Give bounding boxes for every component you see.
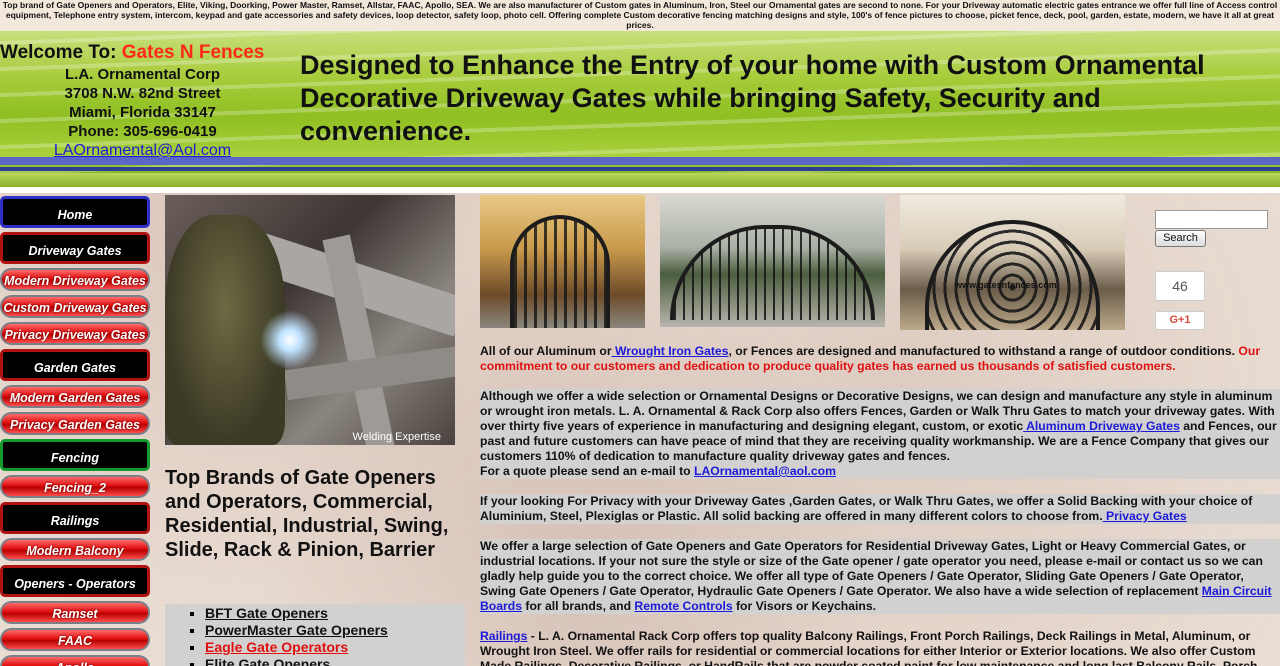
header-banner: Welcome To: Gates N Fences L.A. Ornament…: [0, 31, 1280, 187]
text-span: , or Fences are designed and manufacture…: [728, 344, 1236, 358]
brand-link-elite[interactable]: Elite Gate Openers: [205, 656, 330, 666]
openers-paragraph: We offer a large selection of Gate Opene…: [480, 539, 1280, 614]
nav-driveway-gates[interactable]: Driveway Gates: [0, 232, 150, 264]
brand-link-powermaster[interactable]: PowerMaster Gate Openers: [205, 622, 388, 638]
nav-privacy-driveway-gates[interactable]: Privacy Driveway Gates: [0, 322, 150, 345]
nav-home[interactable]: Home: [0, 196, 150, 228]
main-content: All of our Aluminum or Wrought Iron Gate…: [480, 344, 1280, 666]
share-count: 46: [1155, 271, 1205, 301]
railings-link[interactable]: Railings: [480, 629, 527, 643]
intro-paragraph: All of our Aluminum or Wrought Iron Gate…: [480, 344, 1280, 374]
welding-photo: Welding Expertise: [165, 195, 455, 445]
banner-stripe: [0, 167, 1280, 171]
brands-heading: Top Brands of Gate Openers and Operators…: [165, 467, 449, 561]
text-span: - L. A. Ornamental Rack Corp offers top …: [480, 629, 1258, 666]
email-link[interactable]: LAOrnamental@Aol.com: [54, 142, 231, 159]
text-span: We offer a large selection of Gate Opene…: [480, 539, 1263, 598]
nav-garden-gates[interactable]: Garden Gates: [0, 349, 150, 381]
gate-illustration: [670, 225, 875, 320]
text-span: for Visors or Keychains.: [732, 599, 876, 613]
gate-illustration: [510, 215, 610, 328]
banner-stripe: [0, 173, 1280, 187]
text-span: All of our Aluminum or: [480, 344, 612, 358]
company-name: L.A. Ornamental Corp: [64, 66, 221, 83]
privacy-gates-link[interactable]: Privacy Gates: [1103, 509, 1187, 523]
nav-modern-balcony-railings[interactable]: Modern Balcony Railings: [0, 538, 150, 581]
nav-openers-operators[interactable]: Openers - Operators: [0, 565, 150, 597]
gate-photo-2[interactable]: [660, 195, 885, 327]
remote-controls-link[interactable]: Remote Controls: [634, 599, 732, 613]
privacy-paragraph: If your looking For Privacy with your Dr…: [480, 494, 1280, 524]
designs-paragraph: Although we offer a wide selection or Or…: [480, 389, 1280, 479]
welding-caption: Welding Expertise: [352, 431, 441, 443]
nav-ramset[interactable]: Ramset: [0, 601, 150, 624]
gate-photo-1[interactable]: [480, 195, 645, 328]
nav-modern-driveway-gates[interactable]: Modern Driveway Gates: [0, 268, 150, 291]
nav-fencing-2[interactable]: Fencing_2: [0, 475, 150, 498]
nav-apollo[interactable]: Apollo: [0, 655, 150, 666]
welcome-heading: Welcome To: Gates N Fences: [0, 42, 264, 64]
photo-watermark: www.gatesnfences.com: [955, 280, 1057, 290]
brand-link-bft[interactable]: BFT Gate Openers: [205, 605, 328, 621]
text-span: For a quote please send an e-mail to: [480, 464, 695, 478]
nav-custom-driveway-gates[interactable]: Custom Driveway Gates: [0, 295, 150, 318]
gplus-button[interactable]: G+1: [1155, 311, 1205, 330]
city-address: Miami, Florida 33147: [69, 104, 216, 121]
list-item: Elite Gate Openers: [205, 656, 465, 666]
search-button[interactable]: Search: [1155, 230, 1206, 247]
gate-illustration: [925, 220, 1100, 330]
list-item: PowerMaster Gate Openers: [205, 622, 465, 639]
nav-railings[interactable]: Railings: [0, 502, 150, 534]
gate-photo-3[interactable]: www.gatesnfences.com: [900, 195, 1125, 330]
top-keyword-strip: Top brand of Gate Openers and Operators,…: [0, 0, 1280, 31]
list-item: BFT Gate Openers: [205, 605, 465, 622]
brand-name: Gates N Fences: [121, 42, 265, 63]
sidebar-nav: Home Driveway Gates Modern Driveway Gate…: [0, 196, 152, 666]
company-address: L.A. Ornamental Corp 3708 N.W. 82nd Stre…: [0, 65, 285, 160]
railings-paragraph: Railings - L. A. Ornamental Rack Corp of…: [480, 629, 1280, 666]
tagline: Designed to Enhance the Entry of your ho…: [300, 50, 1205, 146]
wrought-iron-gates-link[interactable]: Wrought Iron Gates: [612, 344, 729, 358]
divider: [0, 187, 1280, 193]
search-input[interactable]: [1155, 210, 1268, 229]
list-item: Eagle Gate Operators: [205, 639, 465, 656]
quote-email-link[interactable]: LAOrnamental@aol.com: [694, 464, 836, 478]
welcome-prefix: Welcome To:: [0, 42, 122, 63]
street-address: 3708 N.W. 82nd Street: [64, 85, 221, 102]
nav-fencing[interactable]: Fencing: [0, 439, 150, 471]
nav-privacy-garden-gates[interactable]: Privacy Garden Gates: [0, 412, 150, 435]
aluminum-gates-link[interactable]: Aluminum Driveway Gates: [1023, 419, 1180, 433]
brand-list: BFT Gate Openers PowerMaster Gate Opener…: [165, 604, 465, 666]
welding-spark: [260, 310, 320, 370]
phone-number: Phone: 305-696-0419: [68, 123, 217, 140]
brand-link-eagle[interactable]: Eagle Gate Operators: [205, 639, 348, 655]
text-span: for all brands, and: [522, 599, 635, 613]
nav-faac[interactable]: FAAC: [0, 628, 150, 651]
nav-modern-garden-gates[interactable]: Modern Garden Gates: [0, 385, 150, 408]
